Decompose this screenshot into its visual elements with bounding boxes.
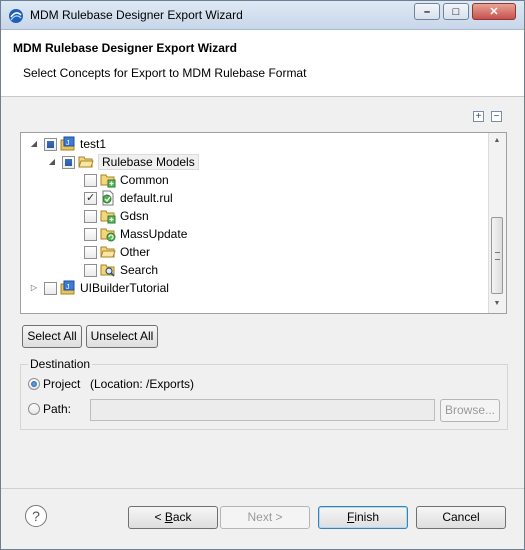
close-button[interactable]: ✕ [472, 3, 516, 20]
project-radio[interactable] [28, 378, 40, 390]
browse-button[interactable]: Browse... [440, 399, 500, 422]
select-all-button[interactable]: Select All [22, 325, 82, 348]
tree-checkbox[interactable]: ✓ [84, 191, 97, 205]
minimize-button[interactable]: – [414, 3, 440, 20]
back-label-rest: ack [172, 510, 192, 524]
wizard-title: MDM Rulebase Designer Export Wizard [13, 41, 237, 55]
open-folder-icon [100, 246, 116, 258]
folder-add-icon [100, 210, 116, 224]
tree-item-other[interactable]: Other [84, 243, 150, 261]
tree-item-search[interactable]: Search [84, 261, 158, 279]
checkmark-icon: ✓ [86, 191, 96, 204]
cancel-button[interactable]: Cancel [416, 506, 506, 529]
tree-checkbox[interactable] [84, 227, 97, 241]
next-button[interactable]: Next > [220, 506, 310, 529]
tree-item-test1[interactable]: ◢ J test1 [29, 135, 106, 153]
window-title: MDM Rulebase Designer Export Wizard [30, 8, 243, 22]
expanded-arrow-icon[interactable]: ◢ [29, 139, 39, 149]
destination-legend: Destination [28, 357, 93, 371]
tree-checkbox[interactable] [62, 155, 75, 169]
tree-item-label: UIBuilderTutorial [80, 281, 169, 295]
close-icon: ✕ [489, 6, 499, 18]
minimize-icon: – [423, 5, 431, 18]
collapse-all-icon: − [493, 111, 500, 122]
maximize-button[interactable]: □ [443, 3, 469, 20]
tree-item-label: Search [120, 263, 159, 277]
path-radio[interactable] [28, 403, 40, 415]
project-location: (Location: /Exports) [90, 377, 195, 391]
tree-item-uibuildertutorial[interactable]: ▷ J UIBuilderTutorial [29, 279, 169, 297]
maximize-icon: □ [452, 5, 460, 18]
back-mnemonic: B [164, 510, 173, 524]
back-prefix: < [154, 510, 165, 524]
project-radio-label[interactable]: Project [43, 377, 80, 391]
tree-item-label: MassUpdate [120, 227, 188, 241]
project-icon: J [60, 280, 75, 295]
tree-checkbox[interactable] [84, 173, 97, 187]
expand-all-button[interactable]: + [473, 111, 484, 122]
tree-checkbox[interactable] [44, 281, 57, 295]
tree-item-massupdate[interactable]: MassUpdate [84, 225, 187, 243]
tree-scrollbar[interactable]: ▲ ▼ [488, 133, 506, 313]
help-icon[interactable]: ? [25, 505, 47, 527]
tree-checkbox[interactable] [84, 263, 97, 277]
path-input[interactable] [90, 399, 435, 421]
folder-refresh-icon [100, 228, 116, 242]
tree-item-label: Other [120, 245, 151, 259]
path-radio-label[interactable]: Path: [43, 402, 71, 416]
finish-label-rest: inish [354, 510, 380, 524]
tree-item-gdsn[interactable]: Gdsn [84, 207, 149, 225]
concept-tree[interactable]: ◢ J test1 ◢ Rulebase Models Common ✓ def… [20, 132, 507, 314]
tree-checkbox[interactable] [84, 209, 97, 223]
open-folder-icon [78, 156, 94, 168]
rule-file-icon [102, 190, 114, 206]
scroll-up-icon[interactable]: ▲ [492, 136, 502, 146]
tree-item-label: default.rul [120, 191, 173, 205]
finish-button[interactable]: Finish [318, 506, 408, 529]
tree-item-rulebase-models[interactable]: ◢ Rulebase Models [47, 153, 199, 171]
tree-item-default-rul[interactable]: ✓ default.rul [84, 189, 173, 207]
scroll-thumb[interactable] [491, 217, 503, 294]
wizard-message: Select Concepts for Export to MDM Ruleba… [23, 66, 307, 80]
collapse-all-button[interactable]: − [491, 111, 502, 122]
folder-add-icon [100, 174, 116, 188]
scroll-down-icon[interactable]: ▼ [492, 299, 502, 309]
search-folder-icon [100, 264, 115, 277]
app-icon [9, 9, 23, 23]
tree-item-label: test1 [80, 137, 107, 151]
project-icon: J [60, 136, 75, 151]
tree-checkbox[interactable] [84, 245, 97, 259]
footer-separator [1, 488, 524, 489]
tree-item-label: Gdsn [120, 209, 149, 223]
expand-all-icon: + [475, 111, 482, 122]
tree-item-label: Rulebase Models [98, 154, 199, 170]
tree-checkbox[interactable] [44, 137, 57, 151]
tree-item-common[interactable]: Common [84, 171, 169, 189]
svg-text:J: J [66, 140, 70, 147]
wizard-window: MDM Rulebase Designer Export Wizard – □ … [0, 0, 525, 550]
back-button[interactable]: < Back [128, 506, 218, 529]
wizard-header: MDM Rulebase Designer Export Wizard Sele… [1, 30, 524, 97]
unselect-all-button[interactable]: Unselect All [86, 325, 158, 348]
tree-item-label: Common [120, 173, 169, 187]
expanded-arrow-icon[interactable]: ◢ [47, 157, 57, 167]
title-bar[interactable]: MDM Rulebase Designer Export Wizard – □ … [1, 1, 524, 30]
grip-icon [495, 252, 500, 260]
collapsed-arrow-icon[interactable]: ▷ [29, 283, 39, 293]
svg-text:J: J [66, 284, 70, 291]
